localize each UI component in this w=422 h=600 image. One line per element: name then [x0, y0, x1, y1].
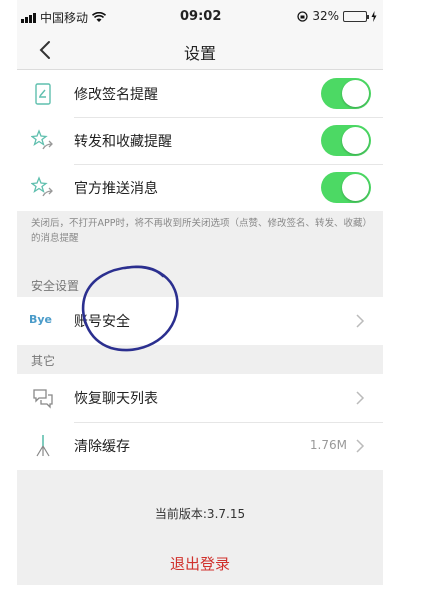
official-push-toggle[interactable]: [321, 172, 371, 203]
chevron-right-icon: [356, 439, 365, 453]
clear-cache-row[interactable]: 清除缓存 1.76M: [17, 422, 383, 470]
wifi-icon: [92, 12, 107, 22]
forward-favorite-reminder-toggle[interactable]: [321, 125, 371, 156]
signal-icon: [21, 12, 36, 23]
phone-screen: 中国移动 09:02 32% 设置 修改签名提醒 转发和收藏提醒 官方推送消息 …: [17, 0, 383, 585]
edit-signature-icon: [35, 83, 51, 105]
carrier-label: 中国移动: [40, 11, 89, 25]
setting-label: 转发和收藏提醒: [74, 134, 172, 150]
chat-bubble-icon: [33, 389, 53, 409]
setting-row-official-push[interactable]: 官方推送消息: [17, 164, 383, 212]
battery-icon: [343, 10, 369, 22]
setting-label: 修改签名提醒: [74, 87, 158, 103]
setting-row-forward-favorite-reminder[interactable]: 转发和收藏提醒: [17, 117, 383, 165]
security-section-label: 安全设置: [31, 279, 80, 293]
logout-button[interactable]: 退出登录: [17, 553, 383, 574]
toggle-knob: [342, 174, 369, 201]
status-left: 中国移动: [21, 9, 107, 26]
toggle-knob: [342, 80, 369, 107]
setting-label: 官方推送消息: [74, 181, 158, 197]
star-share-icon: [31, 129, 53, 150]
restore-chat-list-row[interactable]: 恢复聊天列表: [17, 374, 383, 422]
notification-note: 关闭后，不打开APP时，将不再收到所关闭选项（点赞、修改签名、转发、收藏）的消息…: [31, 218, 368, 244]
chevron-right-icon: [356, 391, 365, 405]
broom-icon: [36, 435, 50, 457]
account-security-row[interactable]: Bye 账号安全: [17, 297, 383, 345]
orientation-lock-icon: [297, 10, 308, 22]
toggle-knob: [342, 127, 369, 154]
charging-icon: [371, 10, 377, 22]
app-version: 当前版本:3.7.15: [154, 507, 246, 521]
status-right: 32%: [297, 9, 377, 23]
setting-row-signature-reminder[interactable]: 修改签名提醒: [17, 70, 383, 118]
other-section-label: 其它: [31, 354, 56, 368]
notification-settings-group: 修改签名提醒 转发和收藏提醒 官方推送消息: [17, 70, 383, 211]
cache-size-value: 1.76M: [309, 438, 347, 452]
setting-label: 清除缓存: [74, 439, 130, 455]
account-security-icon: Bye: [29, 313, 53, 326]
page-title: 设置: [183, 44, 216, 63]
signature-reminder-toggle[interactable]: [321, 78, 371, 109]
status-bar: 中国移动 09:02 32%: [17, 0, 383, 28]
status-time: 09:02: [180, 9, 222, 24]
other-settings-group: 恢复聊天列表 清除缓存 1.76M: [17, 374, 383, 470]
setting-label: 恢复聊天列表: [74, 391, 158, 407]
battery-percent: 32%: [312, 9, 339, 23]
chevron-right-icon: [356, 314, 365, 328]
navigation-bar: 设置: [17, 28, 383, 70]
setting-label: 账号安全: [74, 314, 130, 330]
security-settings-group: Bye 账号安全: [17, 297, 383, 345]
star-share-icon: [31, 176, 53, 197]
